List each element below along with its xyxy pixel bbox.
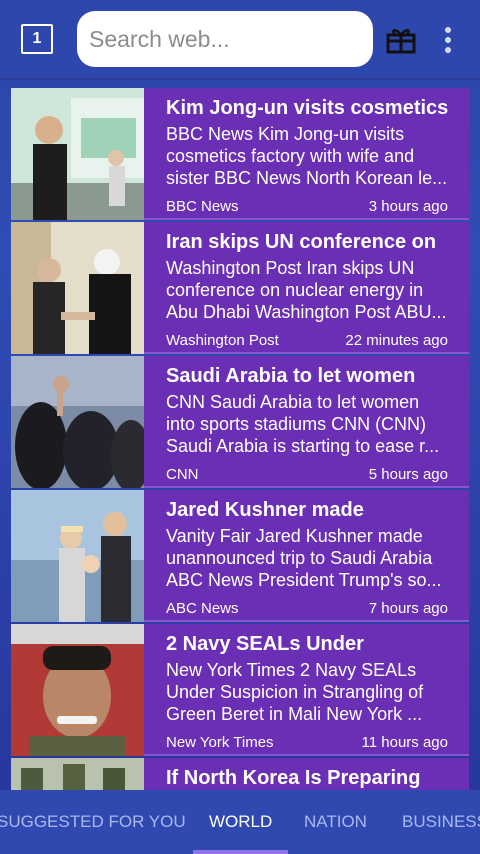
article-timestamp: 7 hours ago: [368, 600, 448, 617]
article-thumbnail: [11, 758, 144, 790]
article-title: 2 Navy SEALs Under: [166, 633, 364, 655]
tab-world[interactable]: WORLD: [209, 812, 272, 832]
article-snippet: Washington Post Iran skips UN conference…: [166, 258, 447, 322]
article-source: Washington Post: [166, 332, 279, 349]
article-thumbnail: [11, 356, 144, 488]
news-card[interactable]: If North Korea Is Preparing: [11, 758, 469, 790]
article-title: Iran skips UN conference on: [166, 231, 437, 253]
search-bar[interactable]: [77, 11, 373, 67]
category-tabs: SUGGESTED FOR YOU WORLD NATION BUSINESS: [0, 790, 480, 854]
tab-nation[interactable]: NATION: [304, 812, 367, 832]
search-input[interactable]: [89, 25, 373, 53]
news-feed[interactable]: Kim Jong-un visits cosmetics BBC News Ki…: [11, 88, 469, 790]
article-source: New York Times: [166, 734, 274, 751]
article-thumbnail: [11, 624, 144, 756]
article-source: BBC News: [166, 198, 239, 215]
article-timestamp: 22 minutes ago: [345, 332, 448, 349]
article-thumbnail: [11, 88, 144, 220]
news-card[interactable]: Saudi Arabia to let women CNN Saudi Arab…: [11, 356, 469, 488]
article-snippet: New York Times 2 Navy SEALs Under Suspic…: [166, 660, 424, 724]
article-snippet: BBC News Kim Jong-un visits cosmetics fa…: [166, 124, 448, 188]
news-card[interactable]: Kim Jong-un visits cosmetics BBC News Ki…: [11, 88, 469, 220]
article-source: ABC News: [166, 600, 239, 617]
tab-switcher-button[interactable]: 1: [21, 24, 53, 54]
news-card[interactable]: 2 Navy SEALs Under New York Times 2 Navy…: [11, 624, 469, 756]
tab-business[interactable]: BUSINESS: [402, 812, 480, 832]
gift-icon[interactable]: [385, 24, 417, 56]
article-snippet: CNN Saudi Arabia to let women into sport…: [166, 392, 440, 456]
overflow-menu-icon[interactable]: [436, 24, 460, 56]
top-toolbar: 1: [0, 0, 480, 80]
news-card[interactable]: Jared Kushner made Vanity Fair Jared Kus…: [11, 490, 469, 622]
article-title: If North Korea Is Preparing: [166, 767, 421, 789]
article-snippet: Vanity Fair Jared Kushner made unannounc…: [166, 526, 442, 590]
article-thumbnail: [11, 222, 144, 354]
active-tab-indicator: [193, 850, 288, 854]
article-timestamp: 11 hours ago: [361, 734, 448, 751]
article-source: CNN: [166, 466, 199, 483]
article-title: Kim Jong-un visits cosmetics: [166, 97, 449, 119]
article-title: Jared Kushner made: [166, 499, 364, 521]
article-timestamp: 5 hours ago: [368, 466, 448, 483]
article-thumbnail: [11, 490, 144, 622]
news-card[interactable]: Iran skips UN conference on Washington P…: [11, 222, 469, 354]
tab-suggested-for-you[interactable]: SUGGESTED FOR YOU: [0, 812, 186, 832]
article-title: Saudi Arabia to let women: [166, 365, 416, 387]
article-timestamp: 3 hours ago: [368, 198, 448, 215]
